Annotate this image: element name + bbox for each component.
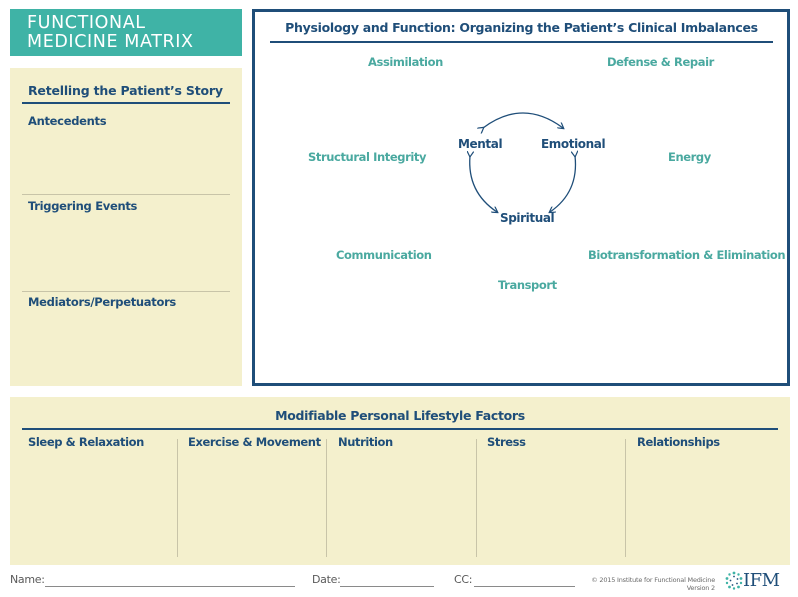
lifestyle-factors-panel: Modifiable Personal Lifestyle Factors Sl…: [10, 397, 790, 565]
cc-field[interactable]: [474, 586, 575, 587]
patient-story-panel: Retelling the Patient’s Story Antecedent…: [10, 68, 242, 386]
name-field[interactable]: [45, 586, 295, 587]
date-label: Date:: [312, 573, 341, 586]
core-spiritual[interactable]: Spiritual: [500, 211, 555, 225]
core-mental[interactable]: Mental: [458, 137, 503, 151]
column-divider: [625, 439, 626, 557]
lifestyle-stress[interactable]: Stress: [481, 435, 624, 557]
column-divider: [177, 439, 178, 557]
column-divider: [326, 439, 327, 557]
triggering-events-section[interactable]: Triggering Events: [22, 199, 230, 289]
copyright-notice: © 2015 Institute for Functional Medicine…: [585, 576, 715, 592]
physiology-function-panel: Physiology and Function: Organizing the …: [252, 9, 790, 386]
ifm-logo: IFM: [724, 570, 792, 592]
ifm-logo-text: IFM: [743, 570, 780, 591]
matrix-title: FUNCTIONAL MEDICINE MATRIX: [10, 9, 242, 56]
arrow-mental-spiritual: [470, 156, 497, 212]
lifestyle-relationships[interactable]: Relationships: [631, 435, 781, 557]
mind-body-cycle-arrows: [255, 112, 787, 383]
mediators-perpetuators-section[interactable]: Mediators/Perpetuators: [22, 295, 230, 380]
version-text: Version 2: [686, 584, 716, 592]
core-emotional[interactable]: Emotional: [541, 137, 606, 151]
antecedents-section[interactable]: Antecedents: [22, 114, 230, 192]
patient-story-title: Retelling the Patient’s Story: [22, 83, 230, 104]
column-divider: [476, 439, 477, 557]
cc-label: CC:: [454, 573, 473, 586]
arrow-emotional-spiritual: [550, 156, 575, 212]
lifestyle-exercise-movement[interactable]: Exercise & Movement: [182, 435, 326, 557]
section-divider: [22, 291, 230, 292]
lifestyle-sleep-relaxation[interactable]: Sleep & Relaxation: [22, 435, 177, 557]
matrix-title-line2: MEDICINE MATRIX: [27, 32, 194, 52]
section-divider: [22, 194, 230, 195]
name-label: Name:: [10, 573, 45, 586]
lifestyle-title: Modifiable Personal Lifestyle Factors: [22, 408, 778, 430]
lifestyle-nutrition[interactable]: Nutrition: [332, 435, 475, 557]
matrix-title-line1: FUNCTIONAL: [27, 13, 146, 33]
copyright-text: © 2015 Institute for Functional Medicine: [591, 576, 715, 584]
arrow-mental-emotional: [483, 112, 563, 128]
date-field[interactable]: [340, 586, 434, 587]
dotted-circle-icon: [725, 571, 743, 590]
